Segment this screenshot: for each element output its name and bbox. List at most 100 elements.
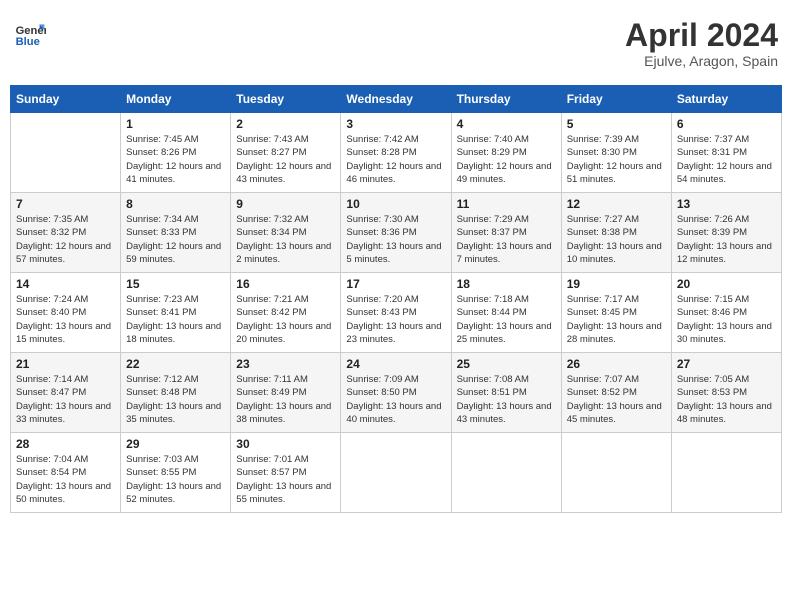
logo: General Blue [14,18,46,50]
day-info: Sunrise: 7:01 AMSunset: 8:57 PMDaylight:… [236,453,335,506]
day-number: 21 [16,357,115,371]
day-info: Sunrise: 7:26 AMSunset: 8:39 PMDaylight:… [677,213,776,266]
day-number: 4 [457,117,556,131]
calendar-cell: 4 Sunrise: 7:40 AMSunset: 8:29 PMDaylight… [451,113,561,193]
calendar-cell [11,113,121,193]
month-title: April 2024 [625,18,778,53]
calendar-cell: 10 Sunrise: 7:30 AMSunset: 8:36 PMDayligh… [341,193,451,273]
calendar-week-2: 7 Sunrise: 7:35 AMSunset: 8:32 PMDaylight… [11,193,782,273]
calendar-table: SundayMondayTuesdayWednesdayThursdayFrid… [10,85,782,513]
calendar-week-4: 21 Sunrise: 7:14 AMSunset: 8:47 PMDayligh… [11,353,782,433]
day-number: 14 [16,277,115,291]
day-info: Sunrise: 7:32 AMSunset: 8:34 PMDaylight:… [236,213,335,266]
day-header-thursday: Thursday [451,86,561,113]
day-number: 5 [567,117,666,131]
calendar-cell: 6 Sunrise: 7:37 AMSunset: 8:31 PMDaylight… [671,113,781,193]
day-info: Sunrise: 7:07 AMSunset: 8:52 PMDaylight:… [567,373,666,426]
day-info: Sunrise: 7:04 AMSunset: 8:54 PMDaylight:… [16,453,115,506]
day-number: 12 [567,197,666,211]
day-info: Sunrise: 7:09 AMSunset: 8:50 PMDaylight:… [346,373,445,426]
calendar-cell: 21 Sunrise: 7:14 AMSunset: 8:47 PMDayligh… [11,353,121,433]
day-number: 13 [677,197,776,211]
calendar-cell: 29 Sunrise: 7:03 AMSunset: 8:55 PMDayligh… [121,433,231,513]
calendar-cell: 14 Sunrise: 7:24 AMSunset: 8:40 PMDayligh… [11,273,121,353]
title-block: April 2024 Ejulve, Aragon, Spain [625,18,778,69]
day-number: 7 [16,197,115,211]
day-info: Sunrise: 7:18 AMSunset: 8:44 PMDaylight:… [457,293,556,346]
location-subtitle: Ejulve, Aragon, Spain [625,53,778,69]
day-info: Sunrise: 7:17 AMSunset: 8:45 PMDaylight:… [567,293,666,346]
day-info: Sunrise: 7:23 AMSunset: 8:41 PMDaylight:… [126,293,225,346]
day-info: Sunrise: 7:03 AMSunset: 8:55 PMDaylight:… [126,453,225,506]
calendar-cell: 7 Sunrise: 7:35 AMSunset: 8:32 PMDaylight… [11,193,121,273]
day-number: 23 [236,357,335,371]
day-info: Sunrise: 7:43 AMSunset: 8:27 PMDaylight:… [236,133,335,186]
calendar-cell: 12Sunrise: 7:27 AMSunset: 8:38 PMDayligh… [561,193,671,273]
calendar-cell: 19Sunrise: 7:17 AMSunset: 8:45 PMDayligh… [561,273,671,353]
calendar-cell [451,433,561,513]
day-info: Sunrise: 7:45 AMSunset: 8:26 PMDaylight:… [126,133,225,186]
day-info: Sunrise: 7:15 AMSunset: 8:46 PMDaylight:… [677,293,776,346]
day-header-sunday: Sunday [11,86,121,113]
calendar-cell: 2 Sunrise: 7:43 AMSunset: 8:27 PMDaylight… [231,113,341,193]
calendar-cell: 1Sunrise: 7:45 AMSunset: 8:26 PMDaylight… [121,113,231,193]
calendar-cell [341,433,451,513]
calendar-week-1: 1Sunrise: 7:45 AMSunset: 8:26 PMDaylight… [11,113,782,193]
calendar-cell: 23 Sunrise: 7:11 AMSunset: 8:49 PMDayligh… [231,353,341,433]
calendar-cell [671,433,781,513]
day-info: Sunrise: 7:40 AMSunset: 8:29 PMDaylight:… [457,133,556,186]
day-info: Sunrise: 7:05 AMSunset: 8:53 PMDaylight:… [677,373,776,426]
day-header-monday: Monday [121,86,231,113]
day-number: 18 [457,277,556,291]
day-info: Sunrise: 7:42 AMSunset: 8:28 PMDaylight:… [346,133,445,186]
day-info: Sunrise: 7:34 AMSunset: 8:33 PMDaylight:… [126,213,225,266]
calendar-cell: 18 Sunrise: 7:18 AMSunset: 8:44 PMDayligh… [451,273,561,353]
day-number: 6 [677,117,776,131]
day-info: Sunrise: 7:21 AMSunset: 8:42 PMDaylight:… [236,293,335,346]
day-header-tuesday: Tuesday [231,86,341,113]
day-number: 2 [236,117,335,131]
calendar-cell: 13 Sunrise: 7:26 AMSunset: 8:39 PMDayligh… [671,193,781,273]
calendar-cell: 22Sunrise: 7:12 AMSunset: 8:48 PMDayligh… [121,353,231,433]
calendar-week-5: 28 Sunrise: 7:04 AMSunset: 8:54 PMDayligh… [11,433,782,513]
day-number: 27 [677,357,776,371]
day-number: 9 [236,197,335,211]
day-header-saturday: Saturday [671,86,781,113]
day-number: 3 [346,117,445,131]
svg-text:Blue: Blue [16,36,40,48]
calendar-cell: 26 Sunrise: 7:07 AMSunset: 8:52 PMDayligh… [561,353,671,433]
day-info: Sunrise: 7:37 AMSunset: 8:31 PMDaylight:… [677,133,776,186]
day-number: 11 [457,197,556,211]
day-number: 25 [457,357,556,371]
day-number: 26 [567,357,666,371]
day-info: Sunrise: 7:11 AMSunset: 8:49 PMDaylight:… [236,373,335,426]
day-number: 24 [346,357,445,371]
calendar-cell: 11Sunrise: 7:29 AMSunset: 8:37 PMDayligh… [451,193,561,273]
calendar-cell: 3 Sunrise: 7:42 AMSunset: 8:28 PMDaylight… [341,113,451,193]
calendar-cell: 15 Sunrise: 7:23 AMSunset: 8:41 PMDayligh… [121,273,231,353]
logo-icon: General Blue [14,18,46,50]
day-number: 28 [16,437,115,451]
calendar-cell: 16 Sunrise: 7:21 AMSunset: 8:42 PMDayligh… [231,273,341,353]
calendar-week-3: 14 Sunrise: 7:24 AMSunset: 8:40 PMDayligh… [11,273,782,353]
header-row: SundayMondayTuesdayWednesdayThursdayFrid… [11,86,782,113]
day-number: 10 [346,197,445,211]
day-info: Sunrise: 7:39 AMSunset: 8:30 PMDaylight:… [567,133,666,186]
day-number: 20 [677,277,776,291]
calendar-cell: 27 Sunrise: 7:05 AMSunset: 8:53 PMDayligh… [671,353,781,433]
day-info: Sunrise: 7:35 AMSunset: 8:32 PMDaylight:… [16,213,115,266]
day-number: 22 [126,357,225,371]
calendar-cell: 25 Sunrise: 7:08 AMSunset: 8:51 PMDayligh… [451,353,561,433]
day-info: Sunrise: 7:30 AMSunset: 8:36 PMDaylight:… [346,213,445,266]
day-info: Sunrise: 7:08 AMSunset: 8:51 PMDaylight:… [457,373,556,426]
day-number: 30 [236,437,335,451]
day-header-friday: Friday [561,86,671,113]
day-info: Sunrise: 7:14 AMSunset: 8:47 PMDaylight:… [16,373,115,426]
day-number: 15 [126,277,225,291]
day-number: 29 [126,437,225,451]
calendar-cell: 9 Sunrise: 7:32 AMSunset: 8:34 PMDaylight… [231,193,341,273]
calendar-cell: 24 Sunrise: 7:09 AMSunset: 8:50 PMDayligh… [341,353,451,433]
page-header: General Blue April 2024 Ejulve, Aragon, … [10,10,782,77]
day-info: Sunrise: 7:24 AMSunset: 8:40 PMDaylight:… [16,293,115,346]
day-number: 16 [236,277,335,291]
